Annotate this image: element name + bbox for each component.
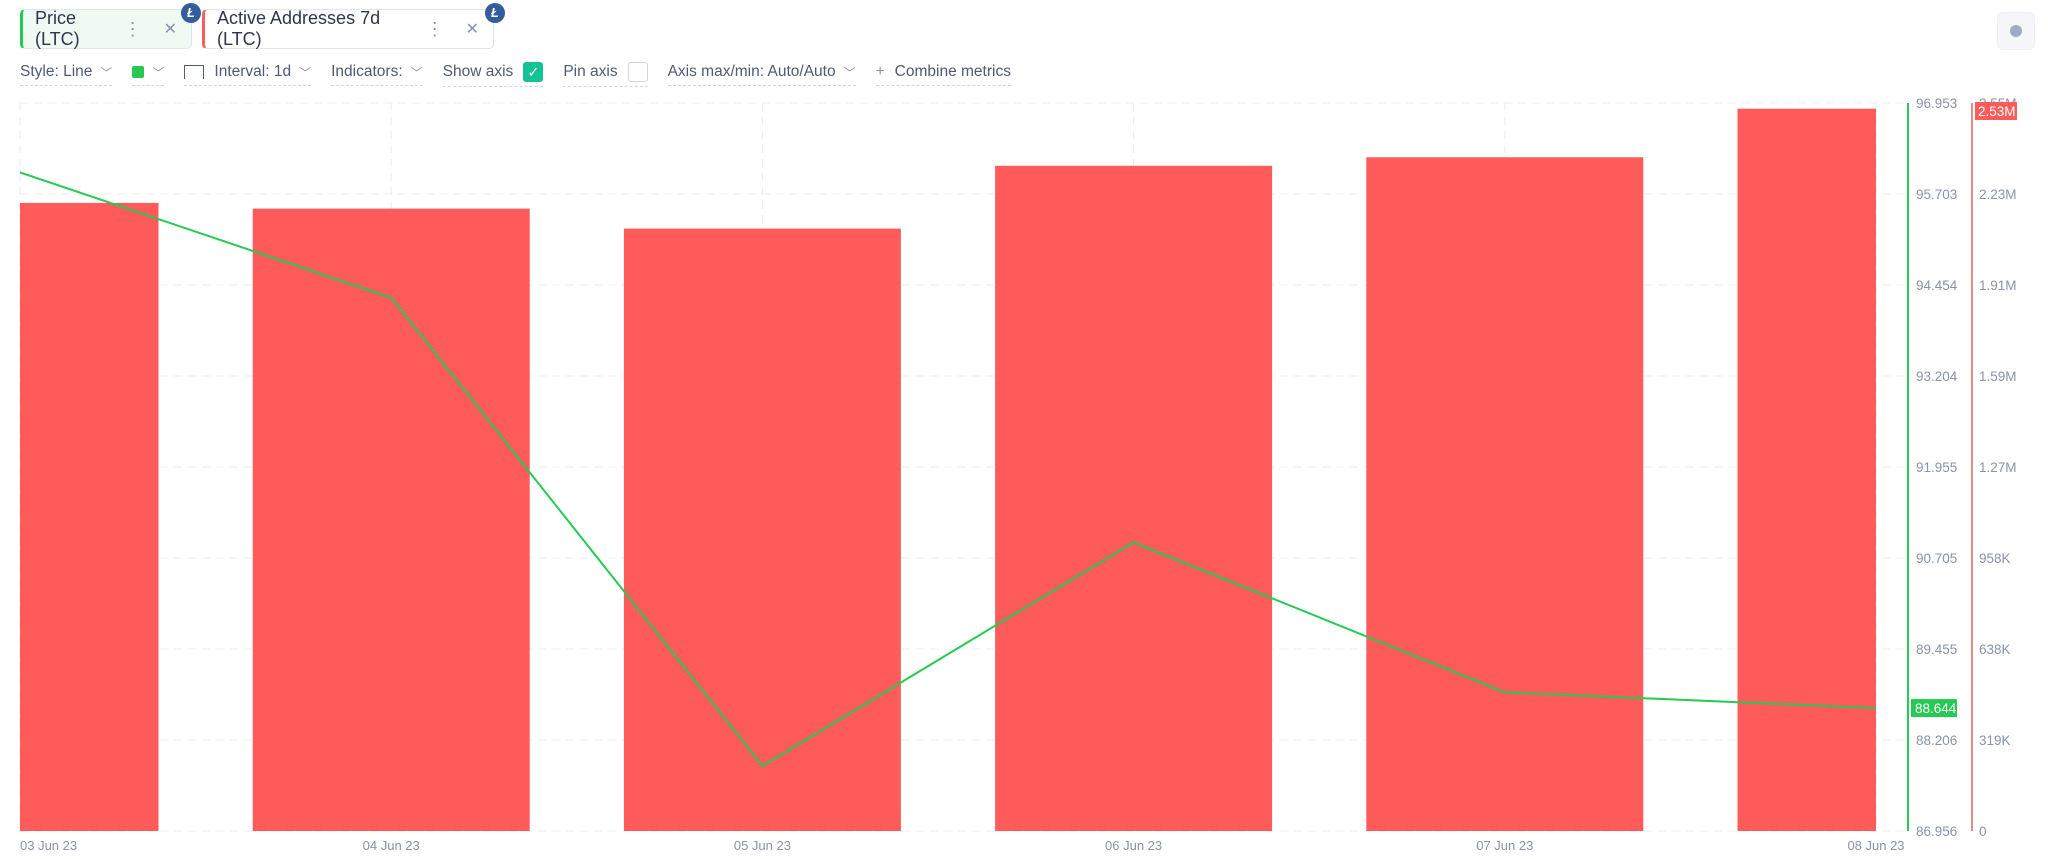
addresses-tick-label: 2.23M: [1979, 187, 2017, 202]
price-tick-label: 94.454: [1916, 278, 1958, 293]
addresses-tick-label: 1.91M: [1979, 278, 2017, 293]
chart: 96.953 95.703 94.454 93.204 91.955 90.705 89.4…: [19, 96, 2017, 853]
x-tick-label: 08 Jun 23: [1847, 838, 1904, 853]
bar-addresses: [252, 208, 530, 832]
price-tick-label: 96.953: [1916, 96, 1957, 111]
addresses-last-label: 2.53M: [1978, 104, 2016, 119]
price-tick-label: 88.206: [1916, 733, 1957, 748]
x-tick-label: 06 Jun 23: [1105, 838, 1162, 853]
addresses-tick-label: 638K: [1979, 642, 2011, 657]
bar-addresses: [1366, 157, 1644, 831]
addresses-tick-label: 1.27M: [1979, 460, 2017, 475]
addresses-tick-label: 0: [1979, 824, 1987, 839]
price-tick-label: 89.455: [1916, 642, 1957, 657]
addresses-tick-label: 958K: [1979, 551, 2011, 566]
x-tick-label: 03 Jun 23: [20, 838, 77, 853]
price-tick-label: 91.955: [1916, 460, 1957, 475]
price-tick-label: 90.705: [1916, 551, 1957, 566]
x-tick-label: 05 Jun 23: [734, 838, 791, 853]
bar-addresses: [995, 165, 1273, 831]
bar-addresses: [623, 228, 901, 831]
price-tick-label: 93.204: [1916, 369, 1958, 384]
x-tick-label: 07 Jun 23: [1476, 838, 1533, 853]
x-tick-label: 04 Jun 23: [363, 838, 420, 853]
addresses-tick-label: 1.59M: [1979, 369, 2017, 384]
addresses-tick-label: 319K: [1979, 733, 2011, 748]
bar-addresses: [20, 202, 159, 831]
price-tick-label: 86.956: [1916, 824, 1957, 839]
price-last-label: 88.644: [1915, 701, 1957, 716]
bar-addresses: [1737, 108, 1876, 832]
price-tick-label: 95.703: [1916, 187, 1957, 202]
